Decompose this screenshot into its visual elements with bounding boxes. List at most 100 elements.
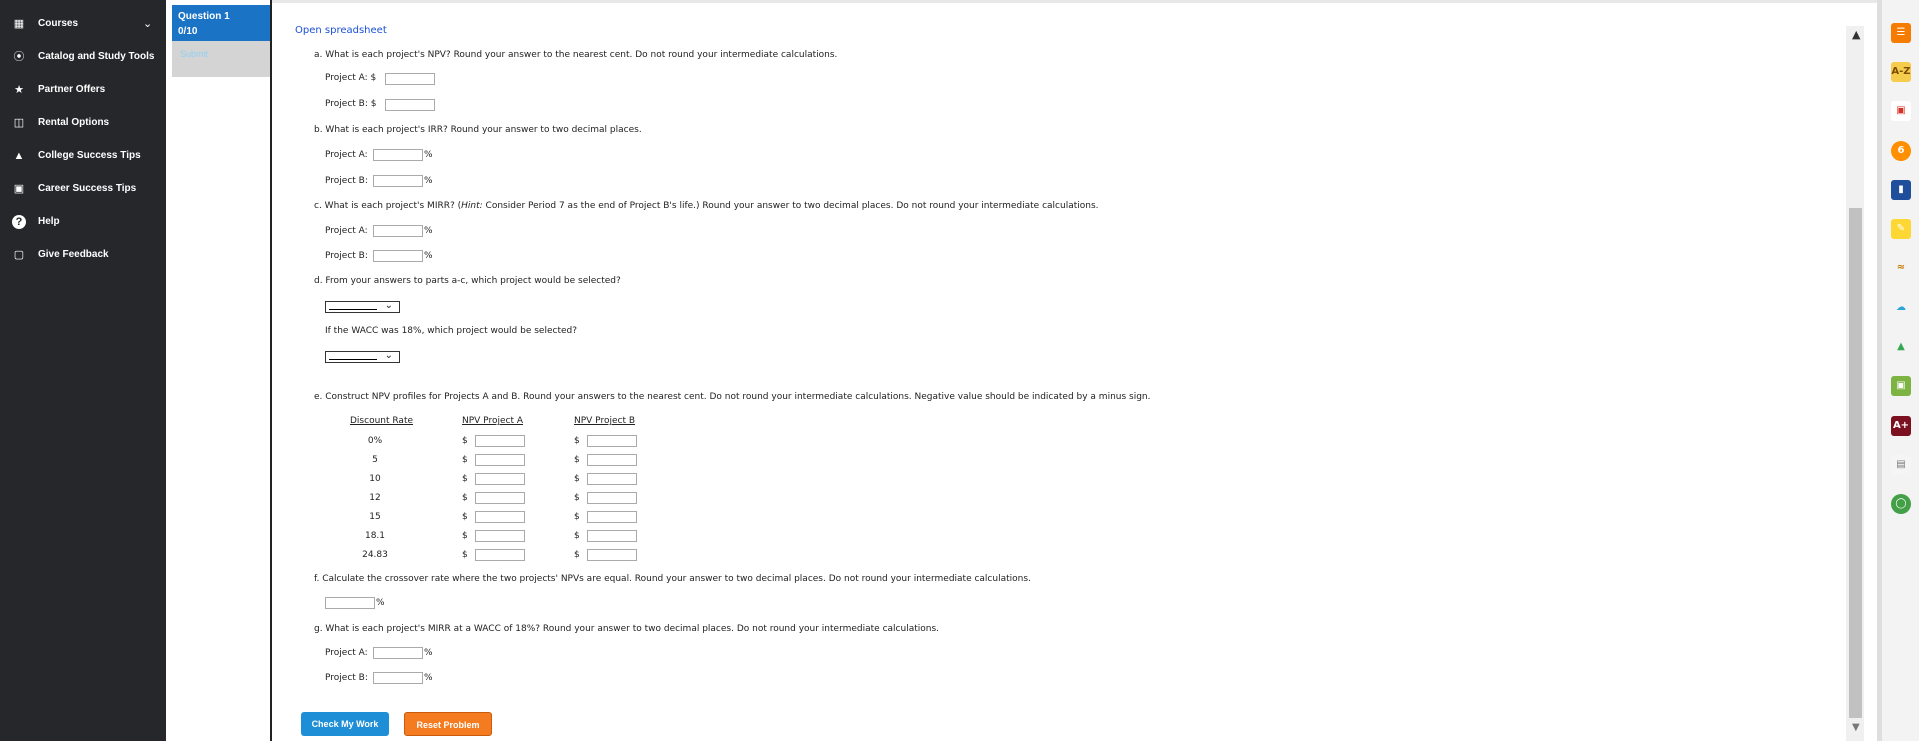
npv-project-b-cell-input[interactable] <box>587 492 637 504</box>
rss-icon[interactable]: ☰ <box>1891 23 1911 43</box>
nav-item-label: Career Success Tips <box>38 183 137 194</box>
npv-project-b-cell-input[interactable] <box>587 530 637 542</box>
nav-item-partner-offers[interactable]: ★ Partner Offers <box>0 80 166 100</box>
npv-project-b-input[interactable] <box>385 99 435 111</box>
drive-icon[interactable]: ▲ <box>1891 337 1911 357</box>
npv-project-a-cell-input[interactable] <box>475 549 525 561</box>
nav-item-catalog[interactable]: ⦿ Catalog and Study Tools <box>0 47 166 67</box>
npv-project-a-cell-input[interactable] <box>475 530 525 542</box>
npv-project-a-cell-input[interactable] <box>475 454 525 466</box>
npv-project-a-input[interactable] <box>385 73 435 85</box>
npv-project-a-cell-input[interactable] <box>475 473 525 485</box>
star-icon: ★ <box>14 84 24 96</box>
npv-project-b-cell-input[interactable] <box>587 473 637 485</box>
discount-rate-cell: 0% <box>367 436 383 446</box>
npv-project-b-cell-input[interactable] <box>587 511 637 523</box>
nav-item-college-success[interactable]: ▲ College Success Tips <box>0 146 166 166</box>
mirr18-project-b-input[interactable] <box>373 672 423 684</box>
left-nav: ▦ Courses ⌄ ⦿ Catalog and Study Tools ★ … <box>0 0 166 741</box>
irr-project-a-input[interactable] <box>373 149 423 161</box>
percent-sign: % <box>424 673 433 683</box>
submit-button[interactable]: Submit <box>172 41 272 77</box>
percent-sign: % <box>376 598 385 608</box>
open-spreadsheet-link[interactable]: Open spreadsheet <box>295 25 387 36</box>
ring-icon[interactable]: ◯ <box>1891 494 1911 514</box>
nav-item-label: Rental Options <box>38 117 110 128</box>
part-a-project-a-label: Project A: $ <box>325 73 377 83</box>
scrollbar-thumb[interactable] <box>1849 208 1862 718</box>
irr-project-b-input[interactable] <box>373 175 423 187</box>
npv-project-b-cell-input[interactable] <box>587 435 637 447</box>
select-blank <box>329 309 377 310</box>
nav-item-courses[interactable]: ▦ Courses ⌄ <box>0 14 166 34</box>
scroll-up-icon[interactable]: ▲ <box>1852 28 1860 41</box>
mirr-project-b-input[interactable] <box>373 250 423 262</box>
nav-item-rental-options[interactable]: ◫ Rental Options <box>0 113 166 133</box>
note-icon[interactable]: ▤ <box>1891 455 1911 475</box>
nav-item-give-feedback[interactable]: ▢ Give Feedback <box>0 245 166 265</box>
blue-book-icon[interactable]: ▮ <box>1891 180 1911 200</box>
nav-item-label: Give Feedback <box>38 249 109 260</box>
open-book-icon: ◫ <box>13 117 25 129</box>
graduation-cap-icon: ▲ <box>13 150 25 162</box>
part-c-prompt-pre: c. What is each project's MIRR? ( <box>314 201 462 211</box>
currency-sign: $ <box>574 455 580 465</box>
nav-item-help[interactable]: ? Help <box>0 212 166 232</box>
mirr-project-a-input[interactable] <box>373 225 423 237</box>
npv-project-b-cell-input[interactable] <box>587 549 637 561</box>
project-select-dropdown[interactable]: ⌄ <box>325 300 400 313</box>
crossover-rate-input[interactable] <box>325 597 375 609</box>
percent-sign: % <box>424 150 433 160</box>
part-g-project-a-label: Project A: <box>325 648 368 658</box>
briefcase-icon: ▣ <box>13 183 25 195</box>
question-content: Open spreadsheet a. What is each project… <box>272 3 1844 741</box>
nav-item-career-success[interactable]: ▣ Career Success Tips <box>0 179 166 199</box>
part-f-prompt: f. Calculate the crossover rate where th… <box>314 574 1031 584</box>
cloud-icon[interactable]: ☁ <box>1891 298 1911 318</box>
currency-sign: $ <box>462 436 468 446</box>
currency-sign: $ <box>462 455 468 465</box>
office-icon[interactable]: ▣ <box>1891 101 1911 121</box>
chevron-down-icon[interactable]: ⌄ <box>143 17 152 30</box>
currency-sign: $ <box>574 531 580 541</box>
sound-wave-icon[interactable]: ≈ <box>1891 258 1911 278</box>
select-blank <box>329 359 377 360</box>
part-d-prompt2: If the WACC was 18%, which project would… <box>325 326 577 336</box>
part-b-project-b-label: Project B: <box>325 176 368 186</box>
chevron-down-icon: ⌄ <box>384 300 393 311</box>
question-title: Question 1 <box>178 11 230 22</box>
currency-sign: $ <box>462 531 468 541</box>
feedback-icon: ▢ <box>13 249 25 261</box>
question-score: 0/10 <box>178 26 198 37</box>
npv-project-a-cell-input[interactable] <box>475 435 525 447</box>
reset-problem-button[interactable]: Reset Problem <box>404 712 492 736</box>
a-plus-icon[interactable]: A+ <box>1891 416 1911 436</box>
notepad-icon[interactable]: ✎ <box>1891 219 1911 239</box>
question-tab[interactable]: Question 1 0/10 <box>172 5 272 41</box>
percent-sign: % <box>424 251 433 261</box>
npv-project-a-cell-input[interactable] <box>475 492 525 504</box>
currency-sign: $ <box>574 436 580 446</box>
discount-rate-cell: 24.83 <box>362 550 388 560</box>
npv-project-a-cell-input[interactable] <box>475 511 525 523</box>
currency-sign: $ <box>574 474 580 484</box>
currency-sign: $ <box>462 512 468 522</box>
discount-rate-cell: 12 <box>369 493 381 503</box>
part-c-hint: Hint: <box>461 201 483 211</box>
mirr18-project-a-input[interactable] <box>373 647 423 659</box>
nav-item-label: College Success Tips <box>38 150 141 161</box>
wacc-project-select-dropdown[interactable]: ⌄ <box>325 350 400 363</box>
check-my-work-button[interactable]: Check My Work <box>301 712 389 736</box>
number-six-icon[interactable]: 6 <box>1891 141 1911 161</box>
npv-project-b-cell-input[interactable] <box>587 454 637 466</box>
nav-item-label: Help <box>38 216 60 227</box>
scroll-down-icon[interactable]: ▼ <box>1852 722 1860 733</box>
currency-sign: $ <box>574 550 580 560</box>
compass-icon: ⦿ <box>13 51 25 63</box>
currency-sign: $ <box>462 550 468 560</box>
currency-sign: $ <box>462 474 468 484</box>
cart-icon[interactable]: ▣ <box>1891 376 1911 396</box>
part-a-prompt: a. What is each project's NPV? Round you… <box>314 50 838 60</box>
a-z-icon[interactable]: A-Z <box>1891 62 1911 82</box>
part-c-project-a-label: Project A: <box>325 226 368 236</box>
